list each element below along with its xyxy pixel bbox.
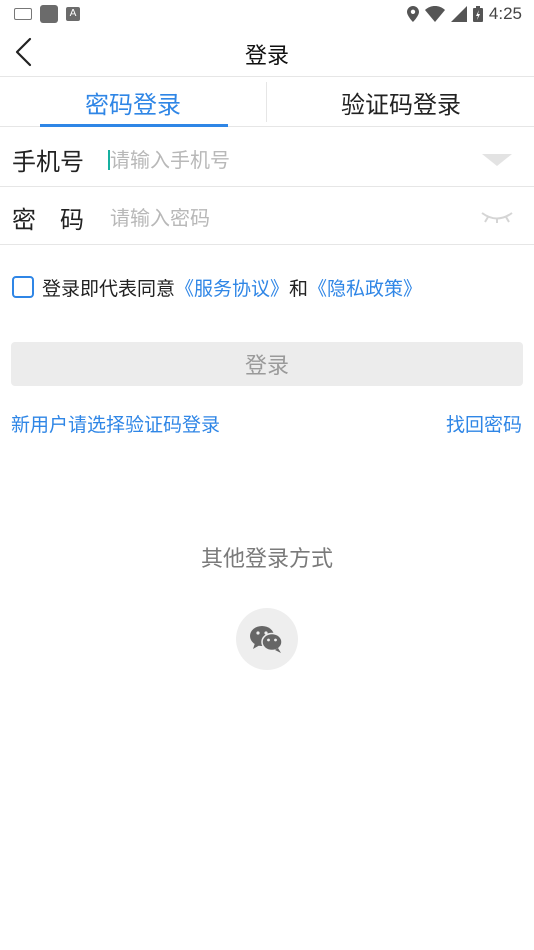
login-button[interactable]: 登录 xyxy=(11,342,523,386)
status-left-icons: A xyxy=(14,5,80,23)
agreement-checkbox[interactable] xyxy=(12,276,34,298)
service-agreement-link[interactable]: 《服务协议》 xyxy=(175,274,289,301)
battery-icon xyxy=(472,6,483,22)
agreement-prefix: 登录即代表同意 xyxy=(42,277,176,300)
password-row: 密 码 xyxy=(0,190,534,245)
wechat-login-button[interactable] xyxy=(236,608,298,670)
eye-closed-icon[interactable] xyxy=(480,210,514,224)
status-bar: A 4:25 xyxy=(0,0,534,28)
a-badge-icon: A xyxy=(66,7,80,21)
phone-input[interactable] xyxy=(108,144,472,176)
forgot-password-link[interactable]: 找回密码 xyxy=(446,410,522,437)
phone-label: 手机号 xyxy=(12,148,84,176)
notification-square-icon xyxy=(40,5,58,23)
other-login-title: 其他登录方式 xyxy=(200,547,333,572)
status-right-icons: 4:25 xyxy=(406,4,522,24)
page-title: 登录 xyxy=(244,44,289,69)
keyboard-icon xyxy=(14,8,32,20)
active-tab-indicator xyxy=(40,124,228,127)
agreement-and: 和 xyxy=(289,277,309,300)
tab-password-login[interactable]: 密码登录 xyxy=(0,78,266,126)
signal-icon xyxy=(450,6,467,22)
wechat-icon xyxy=(250,626,283,653)
status-time: 4:25 xyxy=(488,4,522,23)
phone-row: 手机号 xyxy=(0,132,534,187)
privacy-policy-link[interactable]: 《隐私政策》 xyxy=(308,274,422,301)
location-icon xyxy=(406,6,419,22)
agreement-row: 登录即代表同意 《服务协议》 和 《隐私政策》 xyxy=(12,272,422,302)
password-input[interactable] xyxy=(108,202,472,234)
wifi-icon xyxy=(424,6,445,22)
login-tabs: 密码登录 验证码登录 xyxy=(0,78,534,127)
dropdown-triangle-icon[interactable] xyxy=(482,154,512,166)
password-label: 密 码 xyxy=(12,206,84,234)
tab-code-login[interactable]: 验证码登录 xyxy=(268,78,534,126)
tab-divider xyxy=(266,82,267,122)
new-user-code-login-link[interactable]: 新用户请选择验证码登录 xyxy=(11,410,220,437)
nav-bar: 登录 xyxy=(0,28,534,77)
